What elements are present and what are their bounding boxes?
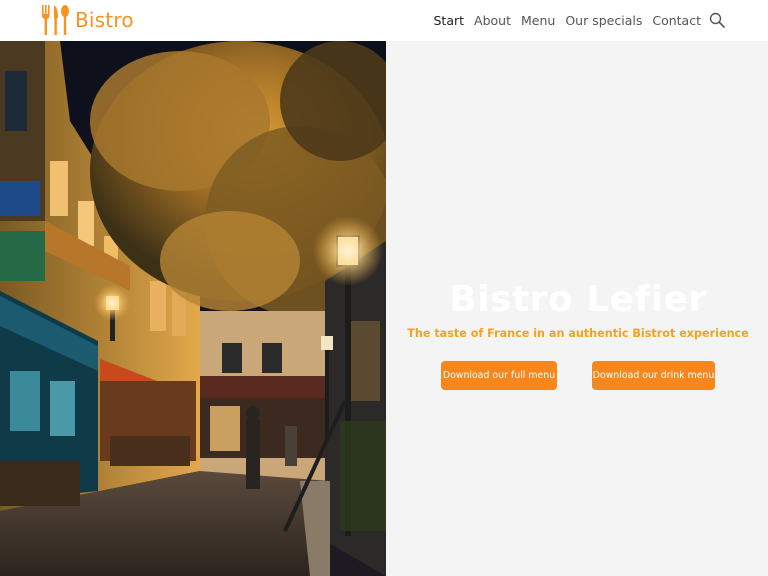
nav-item-start[interactable]: Start: [434, 0, 465, 41]
hero-panel: Bistro Lefier The taste of France in an …: [386, 41, 768, 576]
hero-subtitle: The taste of France in an authentic Bist…: [407, 327, 749, 340]
nav-item-menu[interactable]: Menu: [521, 0, 555, 41]
download-drink-menu-button[interactable]: Download our drink menu: [592, 361, 715, 390]
main-nav: Start About Menu Our specials Contact: [434, 0, 702, 41]
search-icon[interactable]: [709, 12, 725, 28]
brand-logo[interactable]: Bistro: [40, 4, 134, 36]
hero-street-photo: [0, 41, 386, 576]
brand-name: Bistro: [75, 8, 134, 32]
nav-item-our-specials[interactable]: Our specials: [565, 0, 642, 41]
download-full-menu-button[interactable]: Download our full menu: [441, 361, 557, 390]
fork-knife-spoon-icon: [42, 5, 69, 35]
nav-item-contact[interactable]: Contact: [652, 0, 701, 41]
nav-item-about[interactable]: About: [474, 0, 511, 41]
hero-title: Bistro Lefier: [449, 279, 707, 320]
site-header: Bistro Start About Menu Our specials Con…: [0, 0, 768, 41]
